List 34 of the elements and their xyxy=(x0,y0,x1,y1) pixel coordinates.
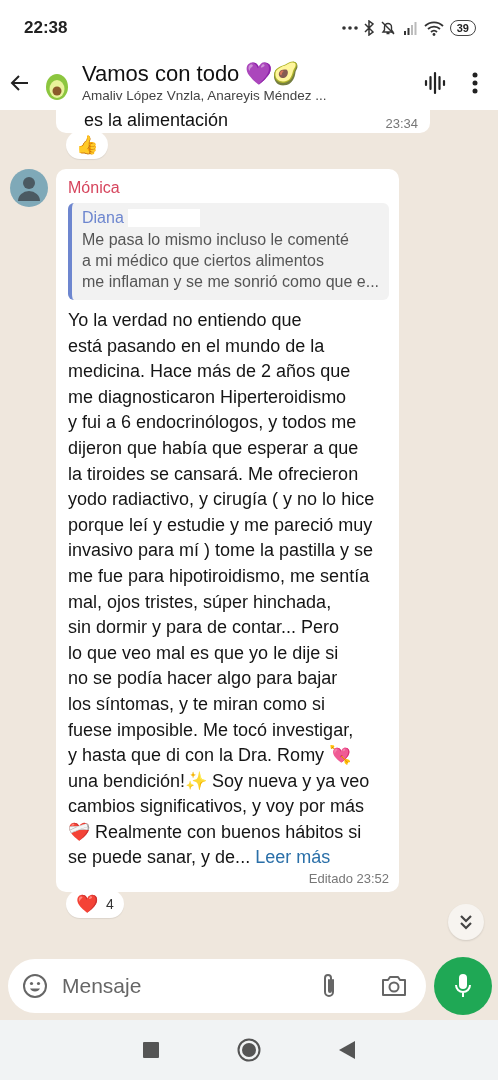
avatar-icon[interactable] xyxy=(10,169,48,207)
muted-bell-icon xyxy=(379,19,396,36)
home-button-icon[interactable] xyxy=(237,1038,261,1062)
message-input[interactable]: Mensaje xyxy=(60,973,308,999)
scroll-down-button[interactable] xyxy=(448,904,484,940)
bluetooth-icon xyxy=(363,19,374,36)
read-more-link[interactable]: Leer más xyxy=(255,847,331,868)
group-title[interactable]: Vamos con todo 💜🥑 xyxy=(82,60,416,87)
double-chevron-down-icon xyxy=(459,914,473,930)
quoted-sender: Diana xyxy=(82,209,124,227)
quoted-message[interactable]: Diana Me pasa lo mismo incluso le comenté a mi médico que ciertos alimentos me inflaman y se me sonrió como que e... xyxy=(68,203,390,300)
quoted-text: Me pasa lo mismo incluso le comenté a mi médico que ciertos alimentos me inflaman y se me sonrió como que e... xyxy=(82,230,380,292)
group-members: Amaliv López Vnzla, Anareyis Méndez ... xyxy=(82,86,328,105)
reaction-count: 4 xyxy=(106,896,114,913)
message-time: Editado 23:52 xyxy=(308,871,390,887)
reaction-chip[interactable]: ❤ 4 xyxy=(66,890,124,919)
reaction-emoji: 👍 xyxy=(76,134,98,156)
microphone-button[interactable] xyxy=(434,957,492,1015)
microphone-icon xyxy=(454,972,472,1000)
sender-name: Mónica xyxy=(68,179,121,197)
clock-time: 22:38 xyxy=(24,17,68,38)
back-button-icon[interactable] xyxy=(339,1041,355,1059)
message-text: es la alimentación xyxy=(84,110,229,131)
emoji-icon[interactable] xyxy=(22,973,48,999)
menu-icon[interactable] xyxy=(472,71,478,94)
signal-icon xyxy=(401,19,418,36)
more-dots-icon xyxy=(341,25,358,30)
reaction-emoji: ❤ xyxy=(76,893,98,916)
wifi-icon xyxy=(423,19,444,36)
message-field[interactable]: Mensaje xyxy=(8,959,426,1013)
message-text: Yo la verdad no entiendo que está pasando en el mundo de la medicina. Hace más de 2 años que me diagnosticaron Hiperteroidismo y fui a 6 endocrinólogos, y todos me dijeron que había que esperar a que la tiroides se cansará. Me ofrecieron yodo radiactivo, y cirugía ( y no lo hice porque leí y estudie y me pareció muy invasivo para mí ) tome la pastilla y se me fue para hipotiroidismo, me sentía mal, ojos tristes, súper hinchada, sin dormir y para de contar... Pero lo que veo mal es que yo le dije si no se podía hacer algo para bajar los síntomas, y te miran como si fuese imposible. Me tocó investigar, y hasta que di con la Dra. Romy 💘 una bendición!✨ Soy nueva y ya veo cambios significativos, y voy por más ❤‍🩹 Realmente con buenos hábitos si se puede sanar, y de... Leer más xyxy=(68,309,376,870)
camera-icon[interactable] xyxy=(380,974,408,998)
message-time: 23:34 xyxy=(385,116,418,131)
voice-chat-icon[interactable] xyxy=(424,70,446,95)
